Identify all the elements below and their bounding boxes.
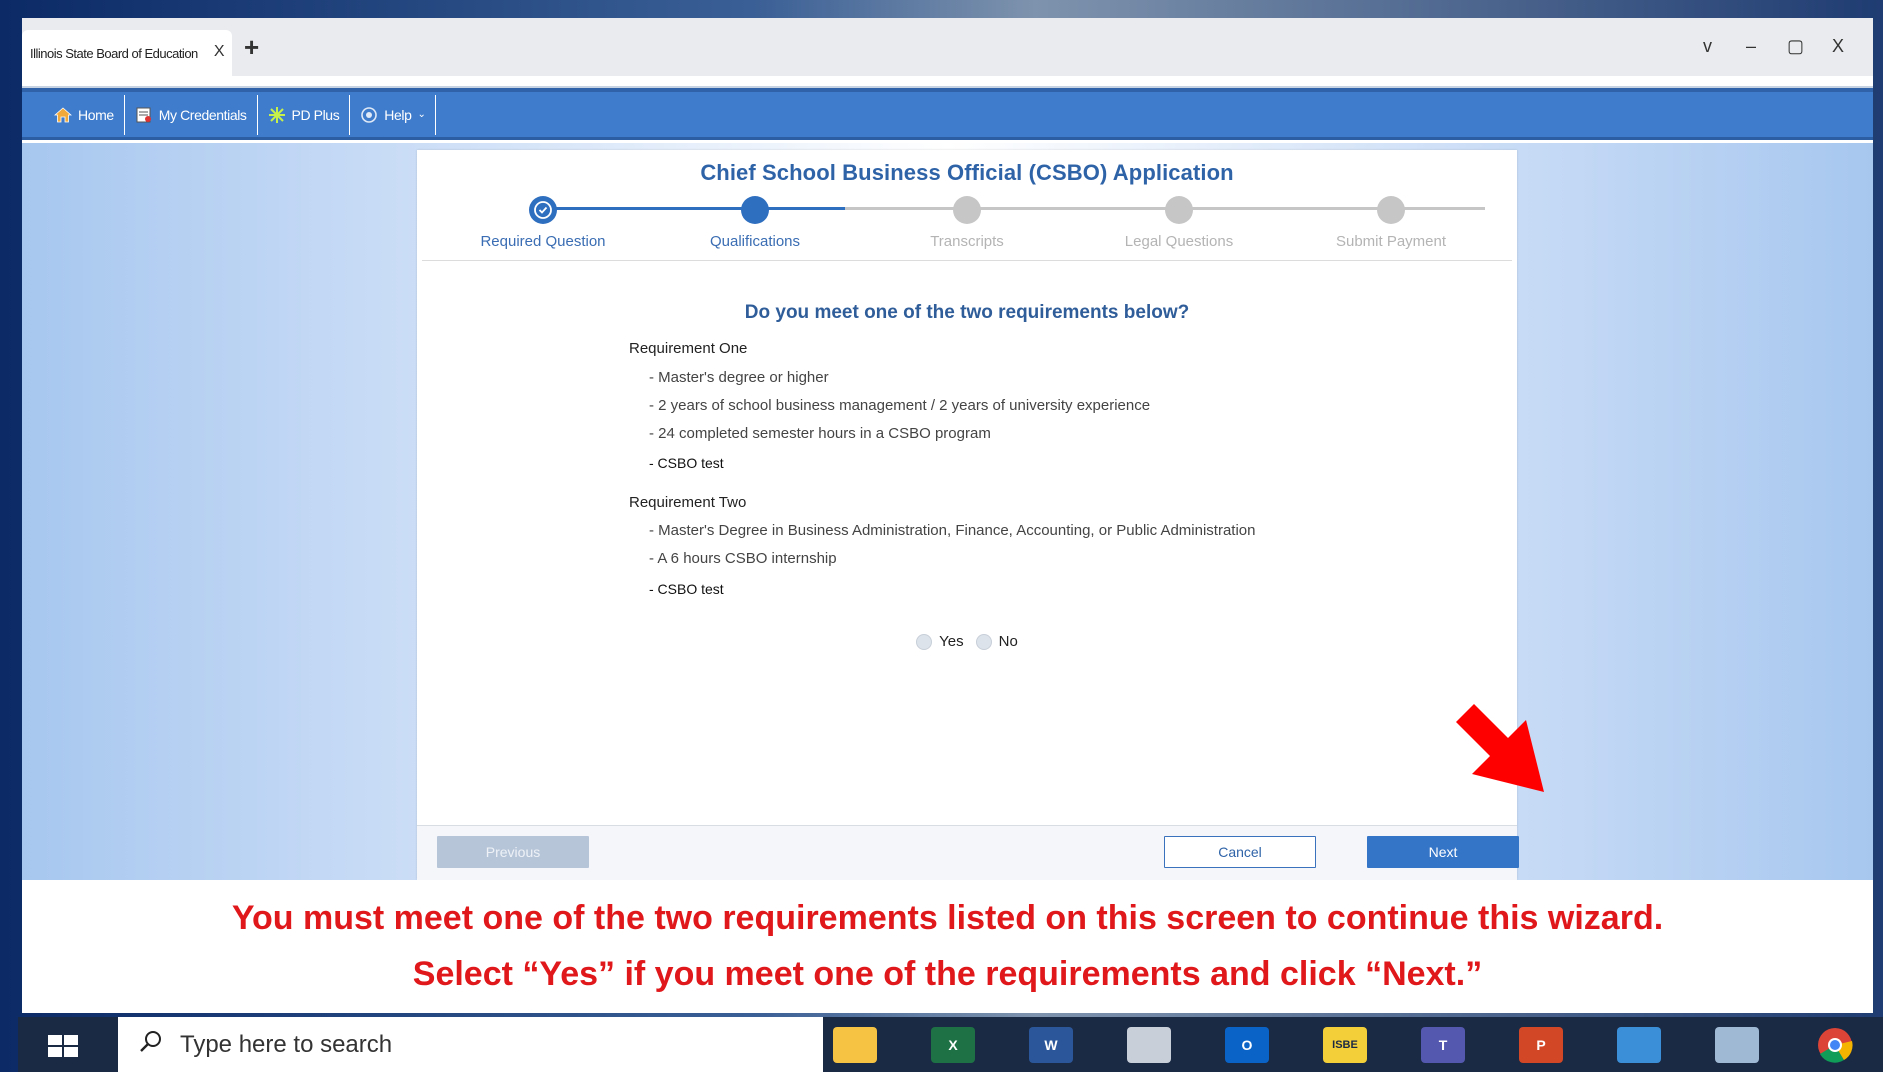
restore-button[interactable]: ▢ bbox=[1787, 36, 1804, 57]
teams-icon[interactable]: T bbox=[1421, 1027, 1465, 1063]
step-3-dot bbox=[953, 196, 981, 224]
step-label-transcripts: Transcripts bbox=[930, 233, 1004, 250]
nav-pd-plus-label: PD Plus bbox=[291, 106, 340, 123]
browser-window: Illinois State Board of Education X + v … bbox=[22, 18, 1873, 1013]
credentials-icon bbox=[135, 106, 153, 124]
site-nav: Home My Credentials PD Plus Help ⌄ bbox=[22, 88, 1873, 140]
requirement-item: - CSBO test bbox=[649, 455, 724, 471]
page-content: Chief School Business Official (CSBO) Ap… bbox=[22, 143, 1873, 880]
requirement-item: - 2 years of school business management … bbox=[649, 397, 1151, 414]
instruction-line-1: You must meet one of the two requirement… bbox=[231, 899, 1664, 937]
tab-bar: Illinois State Board of Education X + v … bbox=[22, 18, 1873, 76]
no-radio[interactable]: No bbox=[975, 633, 1018, 650]
taskbar-search-box[interactable]: Type here to search bbox=[118, 1017, 823, 1072]
instruction-line-2: Select “Yes” if you meet one of the requ… bbox=[412, 955, 1483, 993]
previous-button[interactable]: Previous bbox=[437, 836, 589, 868]
chevron-down-icon: ⌄ bbox=[417, 109, 426, 120]
word-icon[interactable]: W bbox=[1029, 1027, 1073, 1063]
snipping-tool-icon[interactable] bbox=[1127, 1027, 1171, 1063]
isbe-icon[interactable]: ISBE bbox=[1323, 1027, 1367, 1063]
outlook-icon[interactable]: O bbox=[1225, 1027, 1269, 1063]
chrome-icon[interactable] bbox=[1813, 1027, 1857, 1063]
search-icon bbox=[138, 1028, 164, 1061]
step-1-complete-icon bbox=[529, 196, 557, 224]
powerpoint-icon[interactable]: P bbox=[1519, 1027, 1563, 1063]
windows-start-icon[interactable] bbox=[48, 1035, 78, 1057]
remote-desktop-icon[interactable] bbox=[1617, 1027, 1661, 1063]
yes-radio-label: Yes bbox=[939, 633, 964, 650]
star-icon bbox=[268, 106, 286, 124]
step-label-legal-questions: Legal Questions bbox=[1124, 233, 1234, 250]
home-icon bbox=[53, 106, 73, 124]
address-bar-strip bbox=[22, 76, 1873, 88]
requirement-item: - Master's Degree in Business Administra… bbox=[649, 522, 1256, 539]
step-connector bbox=[543, 207, 755, 210]
calculator-icon[interactable] bbox=[1715, 1027, 1759, 1063]
question-heading: Do you meet one of the two requirements … bbox=[744, 302, 1190, 323]
page-title: Chief School Business Official (CSBO) Ap… bbox=[700, 160, 1234, 185]
nav-home-label: Home bbox=[78, 106, 114, 123]
step-label-required-question[interactable]: Required Question bbox=[443, 233, 643, 250]
yes-radio-button[interactable] bbox=[916, 633, 933, 650]
help-icon bbox=[360, 106, 378, 124]
next-button[interactable]: Next bbox=[1367, 836, 1519, 868]
answer-radio-group: Yes No bbox=[417, 633, 1517, 650]
requirement-item: - 24 completed semester hours in a CSBO … bbox=[649, 425, 991, 442]
nav-help[interactable]: Help ⌄ bbox=[350, 94, 437, 135]
no-radio-label: No bbox=[998, 633, 1018, 650]
requirement-two-heading: Requirement Two bbox=[629, 494, 747, 511]
step-label-submit-payment: Submit Payment bbox=[1335, 233, 1447, 250]
nav-home[interactable]: Home bbox=[44, 94, 125, 135]
nav-my-credentials-label: My Credentials bbox=[158, 106, 247, 123]
file-explorer-icon[interactable] bbox=[833, 1027, 877, 1063]
close-window-button[interactable]: X bbox=[1832, 36, 1844, 57]
tab-close-button[interactable]: X bbox=[214, 43, 225, 61]
requirement-item: - Master's degree or higher bbox=[649, 369, 829, 386]
step-label-qualifications[interactable]: Qualifications bbox=[655, 233, 855, 250]
wizard-panel: Chief School Business Official (CSBO) Ap… bbox=[417, 150, 1544, 880]
requirement-item: - CSBO test bbox=[649, 581, 724, 597]
no-radio-button[interactable] bbox=[975, 633, 992, 650]
wizard-stepper: Required Question Qualifications Transcr… bbox=[417, 192, 1517, 250]
wizard-footer: Previous Cancel Next bbox=[417, 825, 1519, 880]
minimize-button[interactable]: – bbox=[1746, 36, 1756, 57]
nav-my-credentials[interactable]: My Credentials bbox=[125, 94, 258, 135]
tab-title: Illinois State Board of Education bbox=[30, 45, 198, 61]
step-5-dot bbox=[1377, 196, 1405, 224]
requirement-item: - A 6 hours CSBO internship bbox=[649, 550, 837, 567]
instruction-caption: You must meet one of the two requirement… bbox=[22, 880, 1873, 1013]
callout-arrow-icon bbox=[1452, 700, 1552, 805]
nav-help-label: Help bbox=[384, 106, 412, 123]
windows-taskbar: Type here to search X W O ISBE T P bbox=[18, 1017, 1883, 1072]
divider bbox=[422, 260, 1512, 261]
step-2-current-dot bbox=[741, 196, 769, 224]
requirement-one-heading: Requirement One bbox=[629, 340, 748, 357]
nav-pd-plus[interactable]: PD Plus bbox=[258, 94, 351, 135]
tab-search-chevron-icon[interactable]: v bbox=[1703, 36, 1712, 57]
search-placeholder: Type here to search bbox=[180, 1030, 393, 1058]
excel-icon[interactable]: X bbox=[931, 1027, 975, 1063]
cancel-button[interactable]: Cancel bbox=[1164, 836, 1316, 868]
new-tab-button[interactable]: + bbox=[244, 32, 259, 63]
browser-tab[interactable]: Illinois State Board of Education X bbox=[22, 30, 232, 76]
step-4-dot bbox=[1165, 196, 1193, 224]
yes-radio[interactable]: Yes bbox=[916, 633, 964, 650]
